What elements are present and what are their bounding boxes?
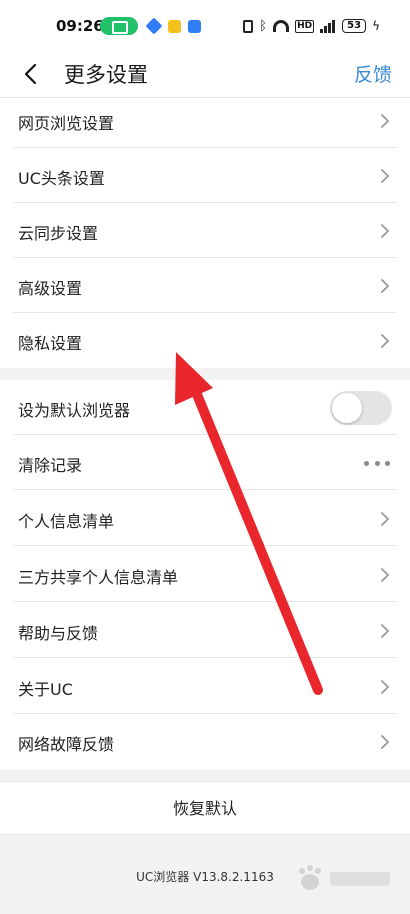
settings-item-clear-records[interactable]: 清除记录 (0, 435, 410, 490)
settings-item-about-uc[interactable]: 关于UC (0, 659, 410, 714)
settings-item-privacy[interactable]: 隐私设置 (0, 313, 410, 368)
settings-item-network-feedback[interactable]: 网络故障反馈 (0, 714, 410, 769)
settings-item-help-feedback[interactable]: 帮助与反馈 (0, 603, 410, 658)
bluetooth-icon: ᛒ (259, 18, 267, 34)
settings-item-web-browsing[interactable]: 网页浏览设置 (0, 93, 410, 148)
baidu-jingyan-watermark-logo (299, 865, 390, 890)
feedback-button[interactable]: 反馈 (354, 60, 392, 87)
page-title: 更多设置 (64, 63, 148, 87)
settings-item-third-party-info-list[interactable]: 三方共享个人信息清单 (0, 547, 410, 602)
divider (13, 489, 397, 490)
settings-item-cloud-sync[interactable]: 云同步设置 (0, 203, 410, 258)
settings-item-label: UC头条设置 (18, 169, 105, 188)
settings-item-label: 设为默认浏览器 (18, 401, 131, 420)
vibrate-icon (243, 19, 254, 33)
settings-item-label: 网络故障反馈 (18, 735, 115, 754)
divider (13, 657, 397, 658)
settings-item-label: 关于UC (18, 680, 73, 699)
settings-item-label: 隐私设置 (18, 334, 83, 353)
chevron-right-icon (381, 735, 389, 749)
hd-badge: HD (295, 19, 315, 33)
divider (13, 545, 397, 546)
settings-item-personal-info-list[interactable]: 个人信息清单 (0, 491, 410, 546)
app-notification-icon (145, 17, 163, 35)
chevron-right-icon (381, 334, 389, 348)
chevron-right-icon (381, 279, 389, 293)
cloud-notification-icon (188, 20, 201, 33)
chevron-right-icon (381, 624, 389, 638)
settings-item-label: 云同步设置 (18, 224, 99, 243)
settings-item-label: 网页浏览设置 (18, 114, 115, 133)
settings-item-advanced[interactable]: 高级设置 (0, 258, 410, 313)
status-icons: ᛒ HD 53 ϟ (243, 17, 380, 35)
restore-default-label: 恢复默认 (172, 799, 237, 818)
chevron-right-icon (381, 169, 389, 183)
settings-group-main: 网页浏览设置 UC头条设置 云同步设置 高级设置 隐私设置 (0, 98, 410, 368)
status-bar: 09:26 ᛒ HD 53 ϟ (0, 0, 410, 52)
charging-icon: ϟ (372, 19, 380, 33)
settings-item-uc-headlines[interactable]: UC头条设置 (0, 148, 410, 203)
wifi-icon (273, 20, 290, 32)
divider (13, 601, 397, 602)
notes-notification-icon (168, 20, 181, 33)
settings-item-default-browser: 设为默认浏览器 (0, 380, 410, 435)
chevron-right-icon (381, 512, 389, 526)
default-browser-toggle[interactable] (330, 391, 392, 425)
app-bar: 更多设置 反馈 (0, 52, 410, 98)
settings-item-label: 个人信息清单 (18, 512, 115, 531)
more-dots-icon (364, 461, 390, 467)
battery-icon: 53 (342, 19, 367, 33)
toggle-knob (332, 393, 362, 423)
chevron-right-icon (381, 680, 389, 694)
settings-item-label: 高级设置 (18, 279, 83, 298)
chevron-right-icon (381, 568, 389, 582)
chevron-left-icon (24, 63, 37, 85)
chevron-right-icon (381, 114, 389, 128)
restore-default-button[interactable]: 恢复默认 (0, 781, 410, 835)
settings-item-label: 三方共享个人信息清单 (18, 568, 179, 587)
screen-cast-icon (100, 17, 138, 35)
settings-group-misc: 设为默认浏览器 清除记录 个人信息清单 三方共享个人信息清单 帮助与反馈 关于U… (0, 380, 410, 770)
status-time: 09:26 (56, 17, 104, 35)
signal-icon (320, 19, 336, 33)
settings-item-label: 帮助与反馈 (18, 624, 99, 643)
chevron-right-icon (381, 224, 389, 238)
settings-item-label: 清除记录 (18, 456, 83, 475)
back-button[interactable] (18, 58, 48, 90)
